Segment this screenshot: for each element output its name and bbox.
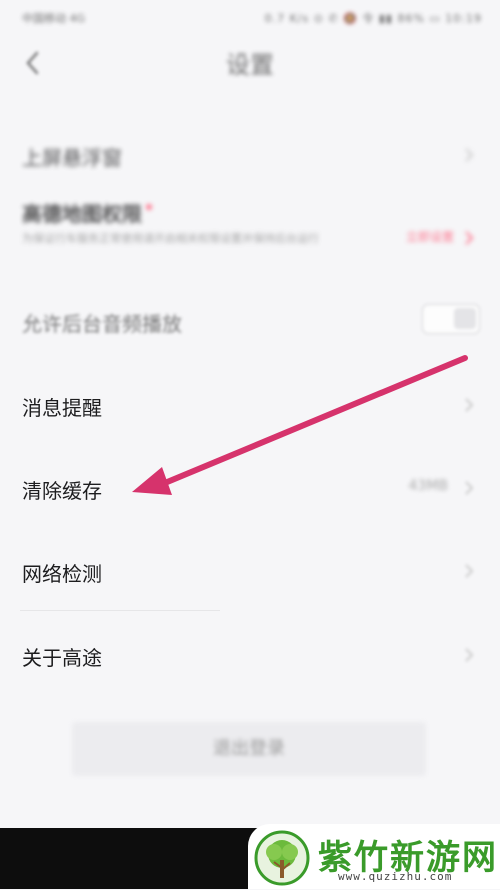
settings-item-label: 允许后台音频播放 bbox=[22, 312, 182, 336]
chevron-right-icon bbox=[464, 563, 474, 579]
page-title: 设置 bbox=[226, 51, 274, 79]
settings-item-network-check[interactable]: 网络检测 bbox=[0, 546, 500, 596]
status-bar: 中国移动 4G 0.7 K/s ⊙ ✆ 🔕 令 ▮▮ 86% ▭ 10:19 bbox=[0, 0, 500, 34]
settings-item-label: 关于高途 bbox=[22, 646, 102, 670]
watermark-url: www.quzizhu.com bbox=[338, 870, 453, 883]
red-dot-badge bbox=[146, 204, 152, 210]
settings-item-notifications[interactable]: 消息提醒 bbox=[0, 380, 500, 430]
chevron-right-icon bbox=[464, 647, 474, 663]
chevron-right-icon bbox=[464, 230, 474, 246]
chevron-right-icon bbox=[464, 397, 474, 413]
settings-item-about[interactable]: 关于高途 bbox=[0, 630, 500, 680]
carrier-text: 中国移动 4G bbox=[22, 12, 86, 25]
settings-item-permission[interactable]: 高德地图权限 为保证行车服务正常使用请开启相关权限设置并保持后台运行 立即设置 bbox=[0, 192, 500, 278]
divider bbox=[20, 610, 220, 611]
chevron-right-icon bbox=[464, 147, 474, 163]
status-icons: 0.7 K/s ⊙ ✆ 🔕 令 ▮▮ 86% ▭ 10:19 bbox=[264, 12, 482, 25]
settings-item-label: 高德地图权限 bbox=[22, 198, 152, 227]
settings-item-label: 消息提醒 bbox=[22, 396, 102, 420]
logout-button[interactable]: 退出登录 bbox=[72, 722, 426, 776]
settings-item-label: 清除缓存 bbox=[22, 479, 102, 503]
watermark: 紫竹新游网 www.quzizhu.com bbox=[248, 824, 500, 889]
chevron-right-icon bbox=[464, 480, 474, 496]
settings-item-label: 网络检测 bbox=[22, 562, 102, 586]
cache-size-value: 43MB bbox=[408, 478, 449, 494]
background-audio-toggle[interactable] bbox=[422, 304, 480, 334]
set-now-link[interactable]: 立即设置 bbox=[406, 228, 454, 245]
settings-item-description: 为保证行车服务正常使用请开启相关权限设置并保持后台运行 bbox=[22, 232, 319, 245]
bamboo-logo-icon bbox=[254, 830, 310, 886]
settings-item-clear-cache[interactable]: 清除缓存 43MB bbox=[0, 463, 500, 513]
nav-bar: 设置 bbox=[0, 34, 500, 96]
settings-item-background-audio: 允许后台音频播放 bbox=[0, 296, 500, 346]
toggle-knob bbox=[454, 308, 476, 329]
settings-item-floating-window[interactable]: 上屏悬浮窗 bbox=[0, 130, 500, 180]
settings-item-label: 上屏悬浮窗 bbox=[22, 146, 122, 170]
